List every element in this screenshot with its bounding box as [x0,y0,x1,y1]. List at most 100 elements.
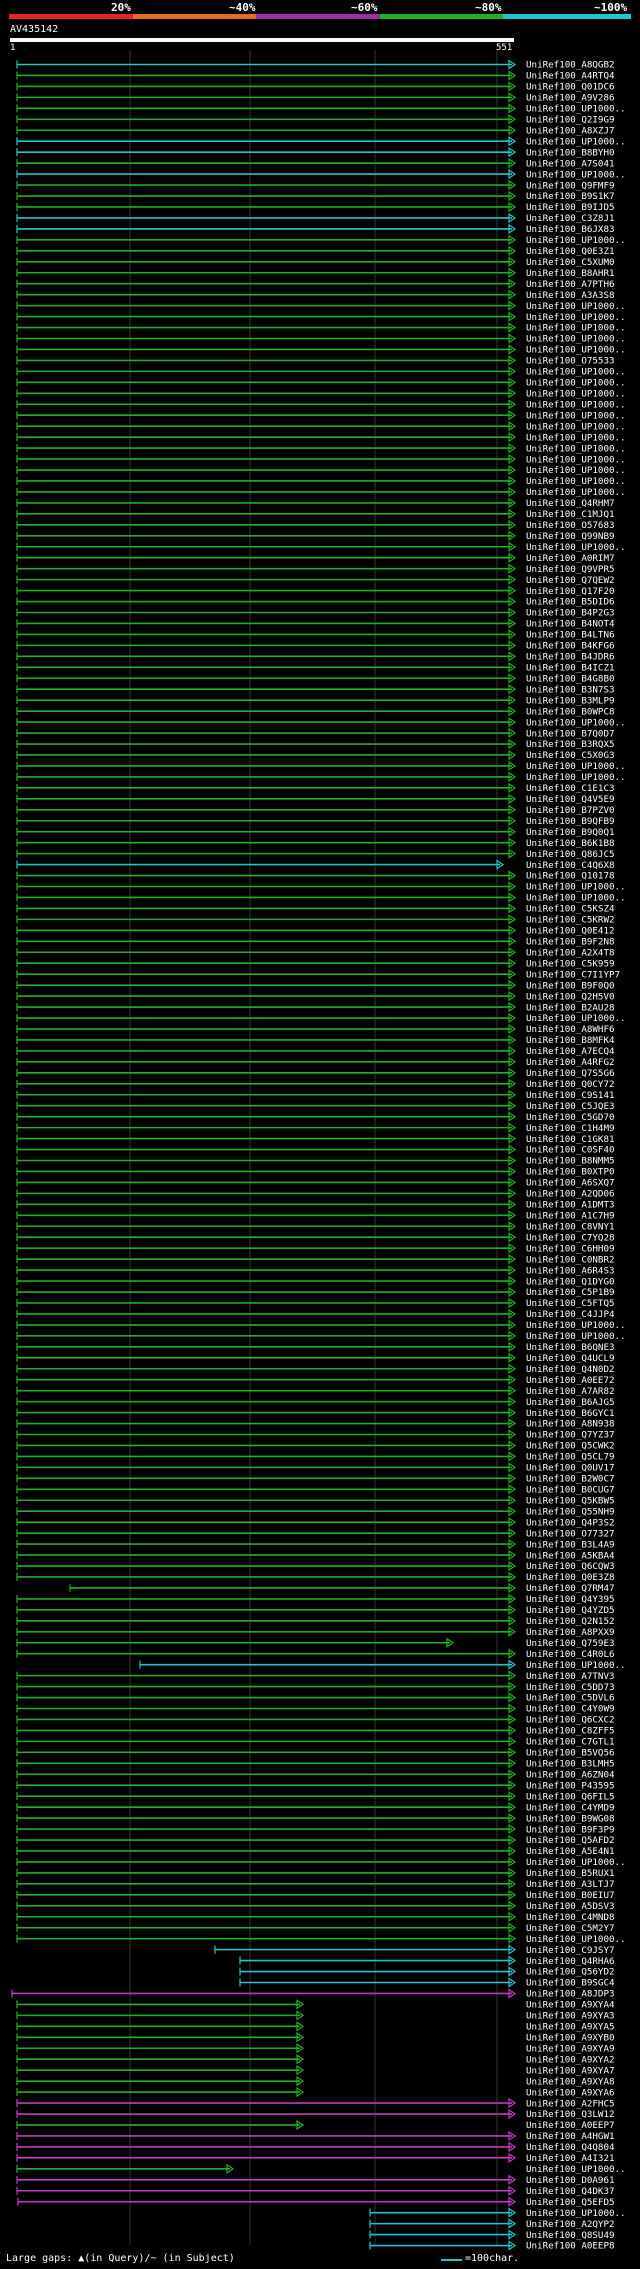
hit-label[interactable]: UniRef100_C7GTL1 [526,1737,615,1748]
hit-label[interactable]: UniRef100_A6SXQ7 [526,1178,615,1189]
hit-label[interactable]: UniRef100_A8XZJ7 [526,125,615,136]
hit-label[interactable]: UniRef100_B9WG08 [526,1813,615,1824]
hit-label[interactable]: UniRef100_Q6CXC2 [526,1715,615,1726]
hit-label[interactable]: UniRef100_C5P1B9 [526,1287,615,1298]
hit-label[interactable]: UniRef100_Q9FMF9 [526,180,615,191]
hit-label[interactable]: UniRef100_Q01DC6 [526,82,615,93]
hit-label[interactable]: UniRef100_C5KRW2 [526,915,615,926]
hit-label[interactable]: UniRef100_B8AHR1 [526,268,615,279]
hit-label[interactable]: UniRef100_B9F3P9 [526,1824,615,1835]
hit-label[interactable]: UniRef100_Q6FIL5 [526,1791,615,1802]
hit-label[interactable]: UniRef100_A3A3S8 [526,290,615,301]
hit-label[interactable]: UniRef100_UP1000.. [526,1934,626,1945]
hit-label[interactable]: UniRef100_A8N938 [526,1419,615,1430]
hit-label[interactable]: UniRef100_C5XUM0 [526,257,615,268]
hit-label[interactable]: UniRef100_A0EEP8 [526,2241,615,2250]
hit-label[interactable]: UniRef100_B4JDR6 [526,652,615,663]
hit-label[interactable]: UniRef100_B9SGC4 [526,1978,615,1989]
hit-label[interactable]: UniRef100_Q4RHA6 [526,1956,615,1967]
hit-label[interactable]: UniRef100_A7S041 [526,158,615,169]
hit-label[interactable]: UniRef100_UP1000.. [526,345,626,356]
hit-label[interactable]: UniRef100_C7I1YP7 [526,969,620,980]
hit-label[interactable]: UniRef100_A5DSV3 [526,1901,615,1912]
hit-label[interactable]: UniRef100_B6QNE3 [526,1342,615,1353]
hit-label[interactable]: UniRef100_A7PTH6 [526,279,615,290]
hit-label[interactable]: UniRef100_B4G8B0 [526,673,615,684]
hit-label[interactable]: UniRef100_Q4YZD5 [526,1605,615,1616]
hit-label[interactable]: UniRef100_Q4Y395 [526,1594,615,1605]
hit-label[interactable]: UniRef100_Q759E3 [526,1638,615,1649]
hit-label[interactable]: UniRef100_A1C7H9 [526,1211,615,1222]
hit-label[interactable]: UniRef100_A2FHC5 [526,2098,615,2109]
hit-label[interactable]: UniRef100_C9JSY7 [526,1945,615,1956]
hit-label[interactable]: UniRef100_B9S1K7 [526,191,615,202]
hit-label[interactable]: UniRef100_UP1000.. [526,2208,626,2219]
hit-label[interactable]: UniRef100_B9IJD5 [526,202,615,213]
hit-label[interactable]: UniRef100_C5K959 [526,958,615,969]
hit-label[interactable]: UniRef100_B8BYH0 [526,147,615,158]
hit-label[interactable]: UniRef100_C4MND8 [526,1912,615,1923]
hit-label[interactable]: UniRef100_UP1000.. [526,1660,626,1671]
hit-label[interactable]: UniRef100_A5E4N1 [526,1846,615,1857]
hit-label[interactable]: UniRef100_Q0CY72 [526,1079,615,1090]
hit-label[interactable]: UniRef100_C5JQE3 [526,1101,615,1112]
hit-label[interactable]: UniRef100_B0EIU7 [526,1890,615,1901]
hit-label[interactable]: UniRef100_B0CUG7 [526,1485,615,1496]
hit-label[interactable]: UniRef100_Q2N152 [526,1616,615,1627]
hit-label[interactable]: UniRef100_B3RQX5 [526,739,615,750]
hit-label[interactable]: UniRef100_UP1000.. [526,389,626,400]
hit-label[interactable]: UniRef100_B4KFG6 [526,641,615,652]
hit-label[interactable]: UniRef100_Q6CQW3 [526,1561,615,1572]
hit-label[interactable]: UniRef100_UP1000.. [526,454,626,465]
hit-label[interactable]: UniRef100_Q4N0D2 [526,1364,615,1375]
hit-label[interactable]: UniRef100_C5M2Y7 [526,1923,615,1934]
hit-label[interactable]: UniRef100_UP1000.. [526,882,626,893]
hit-label[interactable]: UniRef100_A0RIM7 [526,553,615,564]
hit-label[interactable]: UniRef100_Q17F20 [526,586,615,597]
hit-label[interactable]: UniRef100_UP1000.. [526,334,626,345]
hit-label[interactable]: UniRef100_B3L4A9 [526,1539,615,1550]
hit-label[interactable]: UniRef100_Q1DYG0 [526,1276,615,1287]
hit-label[interactable]: UniRef100_B4LTN6 [526,630,615,641]
hit-label[interactable]: UniRef100_UP1000.. [526,367,626,378]
hit-label[interactable]: UniRef100_UP1000.. [526,772,626,783]
hit-label[interactable]: UniRef100_UP1000.. [526,487,626,498]
hit-label[interactable]: UniRef100_UP1000.. [526,421,626,432]
hit-label[interactable]: UniRef100_B5DID6 [526,597,615,608]
hit-label[interactable]: UniRef100_C5GD70 [526,1112,615,1123]
hit-label[interactable]: UniRef100_Q4P3S2 [526,1517,615,1528]
hit-label[interactable]: UniRef100_B9QFB9 [526,816,615,827]
hit-label[interactable]: UniRef100_A9XYA9 [526,2043,615,2054]
hit-label[interactable]: UniRef100_Q2H5V0 [526,991,615,1002]
hit-label[interactable]: UniRef100_Q7YZ37 [526,1430,615,1441]
hit-label[interactable]: UniRef100_A7TNV3 [526,1671,615,1682]
hit-label[interactable]: UniRef100_Q4UCL9 [526,1353,615,1364]
hit-label[interactable]: UniRef100_UP1000.. [526,301,626,312]
hit-label[interactable]: UniRef100_A9XYB0 [526,2033,615,2044]
hit-label[interactable]: UniRef100_A9XYA3 [526,2011,615,2022]
hit-label[interactable]: UniRef100_A9XYA4 [526,2000,615,2011]
hit-label[interactable]: UniRef100_C5X0G3 [526,750,615,761]
hit-label[interactable]: UniRef100_A0EE72 [526,1375,615,1386]
hit-label[interactable]: UniRef100_B8MFK4 [526,1035,615,1046]
hit-label[interactable]: UniRef100_C6HH09 [526,1243,615,1254]
hit-label[interactable]: UniRef100_Q0UV17 [526,1463,615,1474]
hit-label[interactable]: UniRef100_C1MJQ1 [526,509,615,520]
hit-label[interactable]: UniRef100_A9V286 [526,93,615,104]
hit-label[interactable]: UniRef100_C4YMD9 [526,1802,615,1813]
hit-label[interactable]: UniRef100_A4I321 [526,2153,615,2164]
hit-label[interactable]: UniRef100_UP1000.. [526,312,626,323]
hit-label[interactable]: UniRef100_Q3LW12 [526,2109,615,2120]
hit-label[interactable]: UniRef100_B6JX83 [526,224,615,235]
hit-label[interactable]: UniRef100_UP1000.. [526,169,626,180]
hit-label[interactable]: UniRef100_UP1000.. [526,378,626,389]
hit-label[interactable]: UniRef100_C9S141 [526,1090,615,1101]
hit-label[interactable]: UniRef100_Q0E3Z1 [526,246,615,257]
hit-label[interactable]: UniRef100_C5FTQ5 [526,1298,615,1309]
hit-label[interactable]: UniRef100_UP1000.. [526,323,626,334]
hit-label[interactable]: UniRef100_C5KSZ4 [526,904,615,915]
hit-label[interactable]: UniRef100_Q56YD2 [526,1967,615,1978]
hit-label[interactable]: UniRef100_B9Q0Q1 [526,827,615,838]
hit-label[interactable]: UniRef100_A2QYP2 [526,2219,615,2230]
hit-label[interactable]: UniRef100_Q0E412 [526,926,615,937]
